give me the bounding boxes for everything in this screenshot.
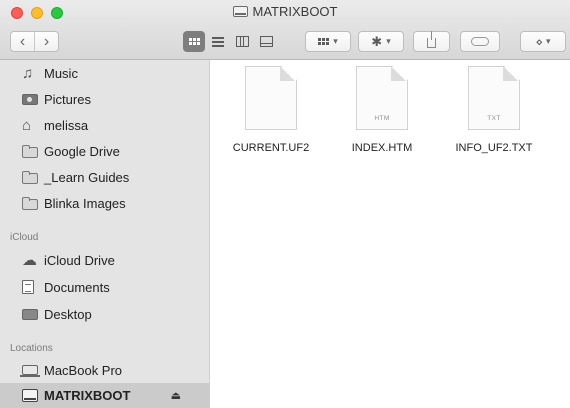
sidebar-section-header-locations: Locations xyxy=(10,343,53,354)
file-item[interactable]: CURRENT.UF2 xyxy=(216,66,326,154)
chevron-down-icon: ▾ xyxy=(545,36,551,46)
column-view-button[interactable] xyxy=(231,31,253,52)
file-name: INDEX.HTM xyxy=(351,142,413,154)
sidebar-section-header-icloud: iCloud xyxy=(10,232,39,243)
columns-icon xyxy=(235,36,249,47)
navigation-buttons: ‹ › xyxy=(10,31,59,52)
share-button[interactable] xyxy=(413,31,450,52)
gallery-view-button[interactable] xyxy=(255,31,277,52)
folder-icon xyxy=(22,196,38,210)
icon-grid-icon xyxy=(188,38,200,45)
file-name: CURRENT.UF2 xyxy=(232,142,310,154)
icon-view-button[interactable] xyxy=(183,31,205,52)
sidebar-item-music[interactable]: ♫ Music xyxy=(0,60,209,86)
back-button[interactable]: ‹ xyxy=(11,32,34,51)
cloud-icon: ☁ xyxy=(22,251,37,269)
gear-icon: ✱ xyxy=(371,33,383,49)
file-name: INFO_UF2.TXT xyxy=(455,142,533,154)
sidebar-item-blinka-images[interactable]: Blinka Images xyxy=(0,190,209,216)
home-icon: ⌂ xyxy=(22,116,32,134)
chevron-down-icon: ▾ xyxy=(386,36,391,46)
camera-icon xyxy=(22,94,38,105)
tag-icon xyxy=(471,37,489,46)
file-browser-area: CURRENT.UF2 HTM INDEX.HTM TXT INFO_UF2.T… xyxy=(211,60,570,408)
documents-icon xyxy=(22,280,34,294)
document-icon: TXT xyxy=(468,66,520,130)
list-icon xyxy=(212,36,224,47)
forward-button[interactable]: › xyxy=(34,32,58,51)
arrange-grid-icon xyxy=(318,38,330,45)
dropbox-button[interactable]: ⋄ ▾ xyxy=(520,31,566,52)
sidebar-item-learn-guides[interactable]: _Learn Guides xyxy=(0,164,209,190)
arrange-button[interactable]: ▾ xyxy=(305,31,351,52)
action-button[interactable]: ✱ ▾ xyxy=(358,31,404,52)
sidebar-item-label: iCloud Drive xyxy=(44,252,115,268)
sidebar-item-label: Documents xyxy=(44,279,110,295)
list-view-button[interactable] xyxy=(207,31,229,52)
sidebar-item-label: Google Drive xyxy=(44,143,120,159)
eject-icon[interactable]: ⏏ xyxy=(171,389,181,402)
file-extension-label: TXT xyxy=(487,115,501,122)
window-toolbar: MATRIXBOOT ‹ › ▾ ✱ ▾ ⋄ ▾ xyxy=(0,0,570,60)
sidebar-item-label: _Learn Guides xyxy=(44,169,130,185)
sidebar-item-label: melissa xyxy=(44,117,89,133)
sidebar-item-label: MATRIXBOOT xyxy=(44,388,131,403)
sidebar-item-google-drive[interactable]: Google Drive xyxy=(0,138,209,164)
chevron-down-icon: ▾ xyxy=(333,36,338,46)
sidebar-item-label: Music xyxy=(44,65,78,81)
window-title: MATRIXBOOT xyxy=(252,4,338,19)
share-icon xyxy=(427,31,436,48)
sidebar-item-macbook-pro[interactable]: MacBook Pro xyxy=(0,357,209,383)
sidebar-item-matrixboot[interactable]: MATRIXBOOT ⏏ xyxy=(0,383,209,408)
sidebar-item-desktop[interactable]: Desktop xyxy=(0,301,209,327)
sidebar-item-documents[interactable]: Documents xyxy=(0,274,209,300)
dropbox-icon: ⋄ xyxy=(535,34,542,49)
desktop-icon xyxy=(22,308,38,320)
sidebar-item-pictures[interactable]: Pictures xyxy=(0,86,209,112)
tags-button[interactable] xyxy=(460,31,500,52)
sidebar-item-label: Blinka Images xyxy=(44,195,126,211)
file-extension-label: HTM xyxy=(374,115,390,122)
document-icon xyxy=(245,66,297,130)
file-item[interactable]: TXT INFO_UF2.TXT xyxy=(439,66,549,154)
drive-icon xyxy=(22,389,38,402)
folder-icon xyxy=(22,170,38,184)
view-mode-buttons xyxy=(183,31,277,52)
laptop-icon xyxy=(20,365,40,377)
window-title-area: MATRIXBOOT xyxy=(0,4,570,19)
music-icon: ♫ xyxy=(22,64,34,82)
sidebar-item-label: MacBook Pro xyxy=(44,362,123,378)
sidebar-item-melissa[interactable]: ⌂ melissa xyxy=(0,112,209,138)
drive-icon xyxy=(232,6,248,17)
sidebar-item-label: Desktop xyxy=(44,306,92,322)
sidebar: ♫ Music Pictures ⌂ melissa Google Drive … xyxy=(0,60,210,408)
gallery-icon xyxy=(259,36,273,47)
document-icon: HTM xyxy=(356,66,408,130)
folder-icon xyxy=(22,144,38,158)
file-item[interactable]: HTM INDEX.HTM xyxy=(327,66,437,154)
sidebar-item-label: Pictures xyxy=(44,91,91,107)
sidebar-item-icloud-drive[interactable]: ☁ iCloud Drive xyxy=(0,247,209,273)
